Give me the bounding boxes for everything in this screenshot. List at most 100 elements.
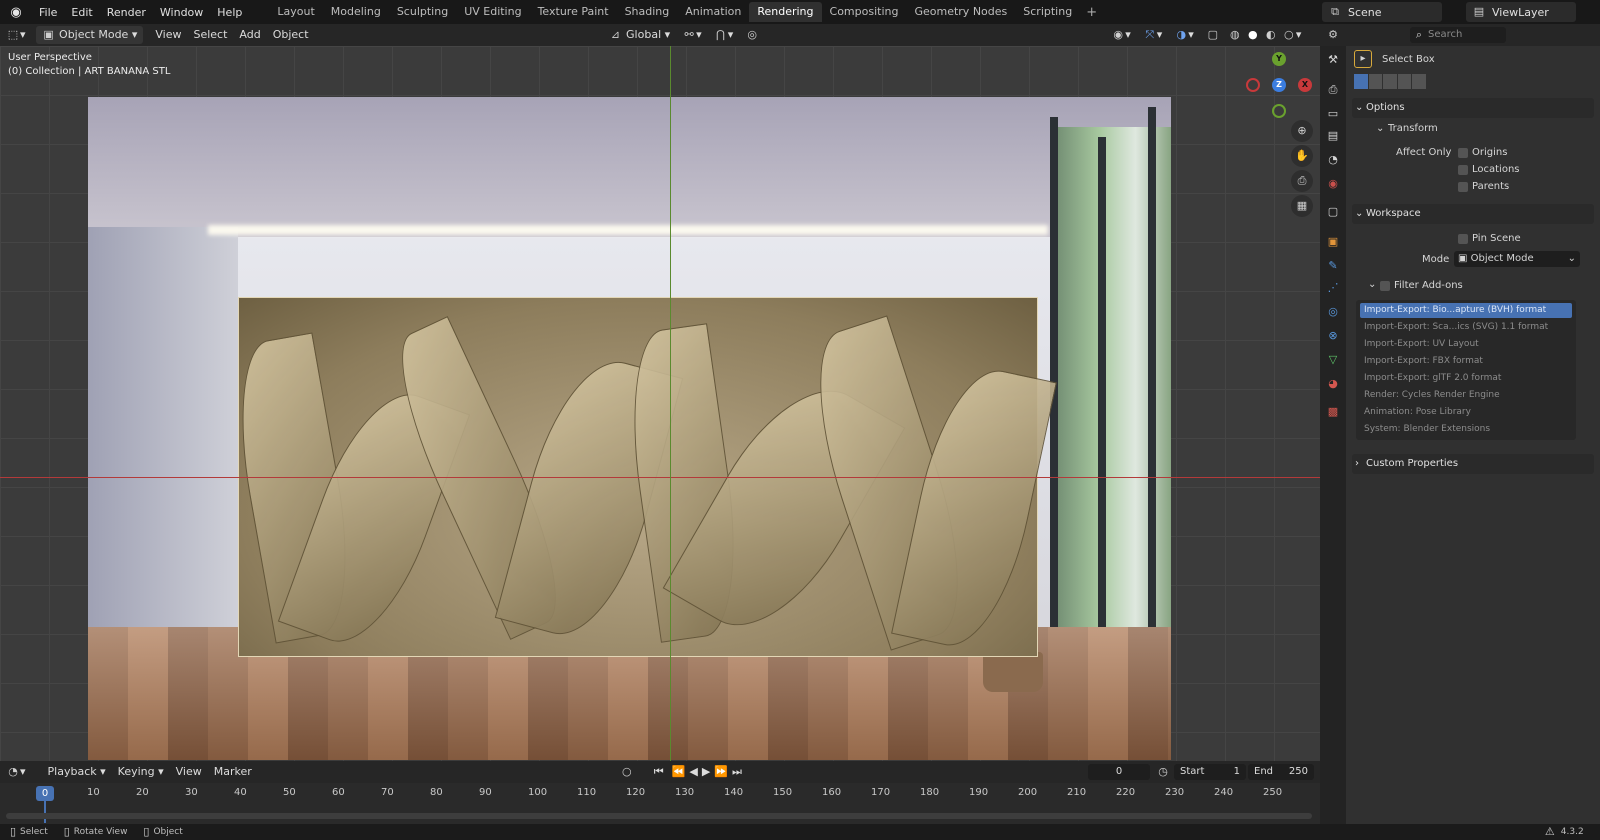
snap-button[interactable]: ⋂ ▾ [708,26,740,44]
filter-addons-checkbox[interactable] [1380,281,1390,291]
addon-svg[interactable]: Import-Export: Sca...ics (SVG) 1.1 forma… [1360,320,1572,335]
camera-view-icon[interactable]: ⎙ [1291,170,1313,192]
prev-keyframe-button[interactable]: ⏪ [670,763,688,781]
transform-subsection[interactable]: Transform [1388,123,1438,134]
output-tab-icon[interactable]: ▭ [1325,106,1341,122]
select-extend-button[interactable] [1368,74,1383,89]
gizmo-neg-x[interactable] [1246,78,1260,92]
tab-scripting[interactable]: Scripting [1015,2,1080,22]
tab-shading[interactable]: Shading [617,2,678,22]
view-layer-tab-icon[interactable]: ▤ [1325,128,1341,144]
visibility-button[interactable]: ◉ ▾ [1105,26,1137,44]
addon-uv-layout[interactable]: Import-Export: UV Layout [1360,337,1572,352]
menu-add[interactable]: Add [233,26,266,44]
origins-checkbox[interactable] [1458,148,1468,158]
timeline-editor-type-button[interactable]: ◔ ▾ [0,763,32,781]
gizmo-z-axis[interactable]: Z [1272,78,1286,92]
menu-playback[interactable]: Playback ▾ [42,763,112,781]
scene-selector[interactable]: ⧉ Scene [1322,2,1442,22]
parents-checkbox[interactable] [1458,182,1468,192]
pivot-point-button[interactable]: ⚯ ▾ [676,26,708,44]
shading-rendered-button[interactable]: ○ ▾ [1280,26,1304,44]
stopwatch-icon[interactable]: ◷ [1156,765,1170,779]
data-tab-icon[interactable]: ▽ [1325,352,1341,368]
view-layer-selector[interactable]: ▤ ViewLayer [1466,2,1576,22]
menu-timeline-view[interactable]: View [170,763,208,781]
timeline-scrubber[interactable]: 0 10 20 30 40 50 60 70 80 90 100 110 120 130 140 150 16… [0,783,1320,824]
properties-editor-type-icon[interactable]: ⚙ [1326,28,1340,42]
jump-start-button[interactable]: ⏮ [648,763,670,781]
tab-layout[interactable]: Layout [269,2,322,22]
proportional-edit-button[interactable]: ◎ [739,26,765,44]
menu-object[interactable]: Object [267,26,315,44]
menu-window[interactable]: Window [153,6,210,19]
material-tab-icon[interactable]: ◕ [1325,376,1341,392]
playhead[interactable]: 0 [36,786,54,801]
tab-texture-paint[interactable]: Texture Paint [530,2,617,22]
options-section[interactable]: ⌄ Options [1352,98,1594,118]
custom-properties-section[interactable]: › Custom Properties [1352,454,1594,474]
locations-checkbox[interactable] [1458,165,1468,175]
texture-tab-icon[interactable]: ▩ [1325,404,1341,420]
gizmo-y-axis[interactable]: Y [1272,52,1286,66]
tab-uv-editing[interactable]: UV Editing [456,2,529,22]
shading-solid-button[interactable]: ● [1244,26,1262,44]
addon-cycles[interactable]: Render: Cycles Render Engine [1360,388,1572,403]
tool-tab-icon[interactable]: ⚒ [1325,52,1341,68]
jump-end-button[interactable]: ⏭ [730,763,744,781]
end-frame-field[interactable]: End 250 [1248,764,1314,780]
tab-rendering[interactable]: Rendering [749,2,822,22]
menu-help[interactable]: Help [210,6,249,19]
play-button[interactable]: ▶ [700,763,712,781]
mode-dropdown[interactable]: ▣ Object Mode ▾ [35,26,144,44]
menu-render[interactable]: Render [100,6,153,19]
addon-gltf[interactable]: Import-Export: glTF 2.0 format [1360,371,1572,386]
menu-edit[interactable]: Edit [64,6,99,19]
tab-compositing[interactable]: Compositing [822,2,907,22]
gizmo-toggle-button[interactable]: ⤧ ▾ [1137,26,1169,44]
menu-file[interactable]: File [32,6,64,19]
next-keyframe-button[interactable]: ⏩ [712,763,730,781]
timeline-scrollbar[interactable] [6,813,1312,819]
editor-type-button[interactable]: ⬚ ▾ [0,26,32,44]
pin-scene-checkbox[interactable] [1458,234,1468,244]
current-frame-field[interactable]: 0 [1088,764,1150,780]
addon-fbx[interactable]: Import-Export: FBX format [1360,354,1572,369]
blender-logo-icon[interactable]: ◉ [4,0,28,24]
menu-view[interactable]: View [149,26,187,44]
physics-tab-icon[interactable]: ◎ [1325,304,1341,320]
gizmo-x-axis[interactable]: X [1298,78,1312,92]
select-subtract-button[interactable] [1383,74,1397,89]
render-tab-icon[interactable]: ⎙ [1325,82,1341,98]
object-tab-icon[interactable]: ▣ [1325,234,1341,250]
select-invert-button[interactable] [1397,74,1412,89]
pan-hand-icon[interactable]: ✋ [1291,145,1313,167]
modifier-tab-icon[interactable]: ✎ [1325,258,1341,274]
xray-button[interactable]: ▢ [1200,26,1226,44]
scene-tab-icon[interactable]: ◔ [1325,152,1341,168]
tab-animation[interactable]: Animation [677,2,749,22]
addon-bvh[interactable]: Import-Export: Bio...apture (BVH) format [1360,303,1572,318]
properties-search[interactable]: ⌕ Search [1410,27,1506,43]
gizmo-neg-y[interactable] [1272,104,1286,118]
collection-tab-icon[interactable]: ▢ [1325,204,1341,220]
workspace-mode-dropdown[interactable]: ▣ Object Mode ⌄ [1454,251,1580,267]
zoom-icon[interactable]: ⊕ [1291,120,1313,142]
particles-tab-icon[interactable]: ⋰ [1325,280,1341,296]
tab-modeling[interactable]: Modeling [323,2,389,22]
perspective-grid-icon[interactable]: ▦ [1291,195,1313,217]
overlay-toggle-button[interactable]: ◑ ▾ [1168,26,1200,44]
select-intersect-button[interactable] [1412,74,1426,89]
auto-key-button[interactable]: ○ [614,763,640,781]
3d-viewport[interactable]: User Perspective (0) Collection | ART BA… [0,46,1320,761]
menu-keying[interactable]: Keying ▾ [112,763,170,781]
tab-geometry-nodes[interactable]: Geometry Nodes [906,2,1015,22]
addon-extensions[interactable]: System: Blender Extensions [1360,422,1572,437]
tab-sculpting[interactable]: Sculpting [389,2,456,22]
addon-pose-library[interactable]: Animation: Pose Library [1360,405,1572,420]
menu-marker[interactable]: Marker [208,763,258,781]
world-tab-icon[interactable]: ◉ [1325,176,1341,192]
select-new-button[interactable] [1354,74,1368,89]
workspace-section[interactable]: ⌄ Workspace [1352,204,1594,224]
menu-select[interactable]: Select [187,26,233,44]
